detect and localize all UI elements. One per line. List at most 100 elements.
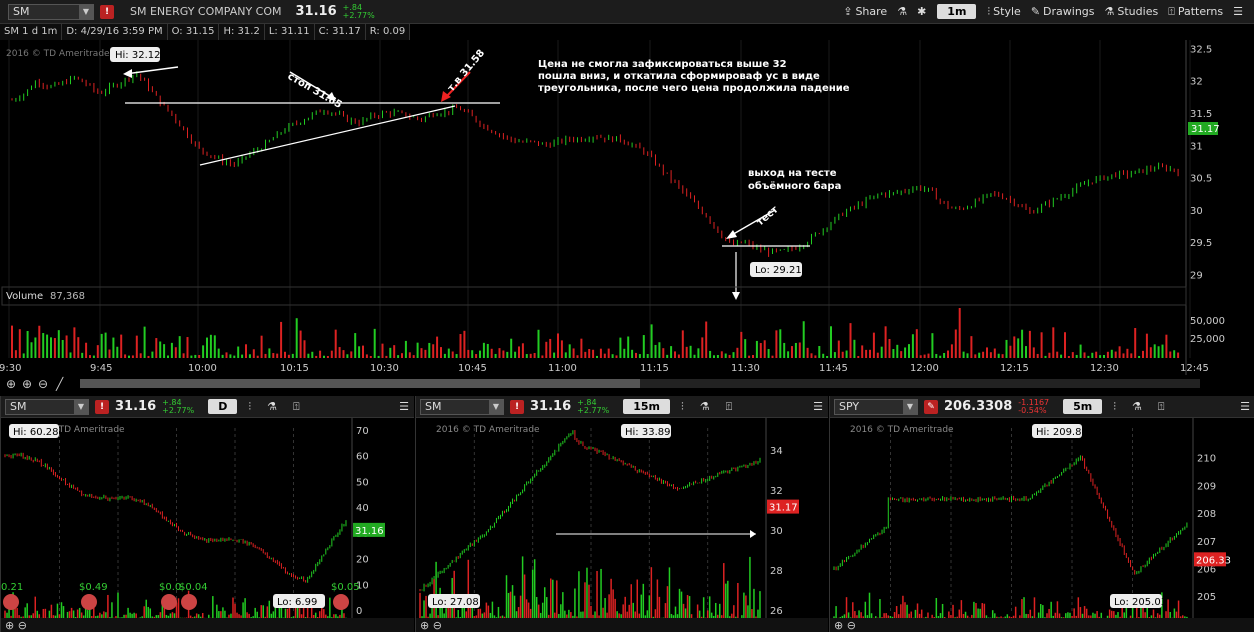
patterns-icon[interactable]: ⍐	[288, 400, 305, 414]
mini-footer	[1, 618, 414, 632]
change-percent: +2.77%	[342, 10, 375, 20]
menu-icon[interactable]: ☰	[1235, 400, 1254, 413]
last-price-tag-text: 31.16	[355, 526, 384, 537]
dividend-marker	[161, 594, 177, 610]
flask-icon[interactable]: ⚗	[1127, 400, 1147, 413]
menu-icon[interactable]: ☰	[394, 400, 414, 413]
last-price-tag-text: 206.33	[1196, 555, 1231, 566]
timeframe-button[interactable]: 15m	[623, 399, 671, 414]
gear-icon[interactable]: ✱	[912, 5, 931, 18]
zoom-out-icon[interactable]: ⊖	[38, 377, 48, 391]
dividend-label: $0.49	[79, 582, 108, 593]
x-tick-label: 12:30	[1090, 363, 1119, 374]
y-tick-label: 209	[1197, 481, 1216, 492]
mini-toolbar: SM ▼ ! 31.16 +.84 +2.77% 15m ⫶ ⚗ ⍐ ☰	[416, 396, 828, 418]
y-tick-label: 208	[1197, 509, 1216, 520]
crosshair-icon[interactable]: ⊕	[6, 377, 16, 391]
x-tick-label: 12:45	[1180, 363, 1209, 374]
style-icon[interactable]: ⫶	[676, 400, 689, 414]
studies-label: Studies	[1117, 5, 1159, 18]
drawings-button[interactable]: ✎ Drawings	[1026, 5, 1100, 18]
mini-chart[interactable]: 26 28 30 32 34 2016 © TD Ameritrade Hi: 33.89 L…	[416, 418, 828, 632]
y-tick-label: 60	[356, 452, 369, 463]
y-tick-label: 205	[1197, 592, 1216, 603]
menu-icon[interactable]: ☰	[1228, 5, 1248, 18]
x-tick-label: 9:30	[0, 363, 21, 374]
symbol-selector[interactable]: SM ▼	[8, 3, 94, 20]
info-range: R: 0.09	[366, 24, 411, 41]
draw-line-icon[interactable]: ╱	[55, 376, 64, 391]
price-change: +.84 +2.77%	[162, 398, 194, 415]
alert-icon[interactable]: !	[510, 399, 524, 414]
patterns-icon[interactable]: ⍐	[721, 400, 738, 414]
note-line-3: треугольника, после чего цена продолжила…	[538, 83, 850, 94]
info-open: O: 31.15	[168, 24, 220, 41]
x-tick-label: 10:30	[370, 363, 399, 374]
symbol-selector[interactable]: SPY ▼	[834, 398, 918, 415]
crosshair-icon[interactable]: ⊕ ⊖	[834, 619, 856, 632]
mini-chart-panel: SM ▼ ! 31.16 +.84 +2.77% 15m ⫶ ⚗ ⍐ ☰ 26 28 30…	[415, 396, 828, 632]
style-icon[interactable]: ⫶	[243, 400, 256, 414]
patterns-button[interactable]: ⍐ Patterns	[1163, 5, 1228, 19]
studies-button[interactable]: ⚗ Studies	[1100, 5, 1164, 18]
share-button[interactable]: ⇪ Share	[838, 5, 892, 18]
hi-badge-text: Hi: 33.89	[625, 427, 670, 438]
volume-value: 87,368	[50, 291, 85, 302]
style-icon[interactable]: ⫶	[1108, 400, 1121, 414]
mini-chart[interactable]: 2052062072082092102016 © TD Ameritrade Hi…	[830, 418, 1254, 632]
note-line-2: пошла вниз, и откатила сформироваф ус в …	[538, 70, 820, 82]
y-tick-label: 32.5	[1190, 44, 1212, 55]
main-toolbar: SM ▼ ! SM ENERGY COMPANY COM 31.16 +.84 +2…	[0, 0, 1254, 24]
price-change: +.84 +2.77%	[342, 3, 375, 20]
chevron-down-icon[interactable]: ▼	[79, 4, 93, 19]
flask-icon[interactable]: ⚗	[695, 400, 715, 413]
x-tick-label: 12:00	[910, 363, 939, 374]
alert-icon[interactable]: !	[100, 4, 114, 19]
volume-title: Volume	[6, 291, 43, 302]
y-tick-label: 34	[770, 446, 783, 457]
crosshair-icon[interactable]: ⊕ ⊖	[420, 619, 442, 632]
style-button[interactable]: ⫶ Style	[982, 5, 1025, 19]
y-tick-label: 30.5	[1190, 174, 1212, 185]
x-tick-label: 11:30	[731, 363, 760, 374]
y-tick-label: 26	[770, 606, 783, 617]
timeframe-button[interactable]: D	[208, 399, 238, 414]
x-tick-label: 11:00	[548, 363, 577, 374]
mini-chart[interactable]: 0102030405060702016 © TD AmeritradeHi: 6…	[1, 418, 414, 632]
timeframe-button[interactable]: 5m	[1063, 399, 1103, 414]
menu-icon[interactable]: ☰	[808, 400, 828, 413]
main-price-chart[interactable]: 29 29.5 30 30.5 31 31.5 32 32.5 9:30 9:45 10:00 10:…	[0, 40, 1254, 395]
timeframe-button[interactable]: 1m	[937, 4, 977, 19]
pencil-icon[interactable]: ✎	[924, 399, 938, 414]
scrollbar-thumb[interactable]	[80, 379, 640, 388]
patterns-icon[interactable]: ⍐	[1153, 400, 1170, 414]
mini-toolbar: SM ▼ ! 31.16 +.84 +2.77% D ⫶ ⚗ ⍐ ☰	[1, 396, 414, 418]
mini-footer	[416, 618, 828, 632]
x-tick-label: 9:45	[90, 363, 112, 374]
chevron-down-icon[interactable]: ▼	[489, 399, 503, 414]
support-arrowhead	[750, 530, 756, 538]
lo-badge-text: Lo: 6.99	[277, 597, 317, 608]
last-price-tag-text: 31.17	[1191, 124, 1220, 135]
chevron-down-icon[interactable]: ▼	[903, 399, 917, 414]
symbol-selector[interactable]: SM ▼	[420, 398, 504, 415]
note-line-1: Цена не смогла зафиксироваться выше 32	[538, 58, 787, 70]
dividend-label: $0.04	[179, 582, 208, 593]
zoom-in-icon[interactable]: ⊕	[22, 377, 32, 391]
alert-icon[interactable]: !	[95, 399, 109, 414]
symbol-selector[interactable]: SM ▼	[5, 398, 89, 415]
ohlc-info-bar: SM 1 d 1m D: 4/29/16 3:59 PM O: 31.15 H:…	[0, 24, 411, 41]
flask-icon[interactable]: ⚗	[262, 400, 282, 413]
chevron-down-icon[interactable]: ▼	[74, 399, 88, 414]
mini-chart-panel: SPY ▼ ✎ 206.3308 -1.1167 -0.54% 5m ⫶ ⚗ ⍐ ☰…	[829, 396, 1254, 632]
patterns-label: Patterns	[1177, 5, 1224, 18]
exit-note-1: выход на тесте	[748, 168, 837, 179]
flask-icon: ⚗	[1104, 5, 1115, 18]
flask-icon[interactable]: ⚗	[892, 5, 912, 18]
x-tick-label: 10:45	[458, 363, 487, 374]
price-change: +.84 +2.77%	[577, 398, 609, 415]
crosshair-icon[interactable]: ⊕ ⊖	[5, 619, 27, 632]
info-low: L: 31.11	[265, 24, 315, 41]
last-price: 31.16	[115, 399, 157, 414]
symbol-text: SM	[10, 400, 27, 413]
